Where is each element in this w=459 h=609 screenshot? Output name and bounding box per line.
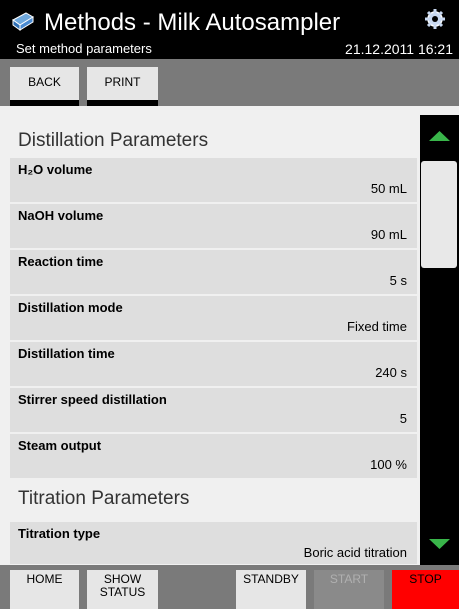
param-value: 50 mL <box>370 181 407 196</box>
arrow-up-icon <box>429 131 450 141</box>
param-row[interactable]: Distillation time 240 s <box>10 342 417 386</box>
app-window: Methods - Milk Autosampler Set method pa… <box>0 0 459 609</box>
param-value: Boric acid titration <box>303 545 407 560</box>
scrollbar-thumb[interactable] <box>421 161 457 268</box>
header-bar: Methods - Milk Autosampler Set method pa… <box>0 0 459 59</box>
parameters-list: Distillation Parameters H₂O volume 50 mL… <box>10 112 417 564</box>
show-status-label-line1: SHOW <box>103 572 142 586</box>
scroll-down-button[interactable] <box>420 521 459 565</box>
param-label: Stirrer speed distillation <box>18 392 167 407</box>
param-row[interactable]: NaOH volume 90 mL <box>10 204 417 248</box>
back-button[interactable]: BACK <box>10 67 79 106</box>
param-row[interactable]: Titration type Boric acid titration <box>10 522 417 564</box>
param-row[interactable]: H₂O volume 50 mL <box>10 158 417 202</box>
param-row[interactable]: Stirrer speed distillation 5 <box>10 388 417 432</box>
param-row[interactable]: Distillation mode Fixed time <box>10 296 417 340</box>
param-label: Distillation mode <box>18 300 123 315</box>
section-title-distillation: Distillation Parameters <box>18 130 209 151</box>
date-time-display: 21.12.2011 16:21 <box>345 41 453 57</box>
param-row[interactable]: Reaction time 5 s <box>10 250 417 294</box>
param-value: 100 % <box>370 457 407 472</box>
show-status-label-line2: STATUS <box>99 585 146 599</box>
start-button[interactable]: START <box>314 570 384 609</box>
param-label: Reaction time <box>18 254 104 269</box>
show-status-button[interactable]: SHOW STATUS <box>87 570 158 609</box>
param-value: 5 <box>399 411 407 426</box>
param-value: 240 s <box>375 365 407 380</box>
standby-button[interactable]: STANDBY <box>236 570 306 609</box>
param-value: 5 s <box>389 273 407 288</box>
screen-subtitle: Set method parameters <box>16 41 152 56</box>
window-title: Methods - Milk Autosampler <box>44 9 341 36</box>
param-label: Distillation time <box>18 346 115 361</box>
gear-icon[interactable] <box>424 8 446 30</box>
param-value: 90 mL <box>370 227 407 242</box>
scroll-up-button[interactable] <box>420 115 459 159</box>
param-label: Titration type <box>18 526 101 541</box>
param-row[interactable]: Steam output 100 % <box>10 434 417 478</box>
stop-button[interactable]: STOP <box>392 570 459 609</box>
param-label: H₂O volume <box>18 162 93 177</box>
section-title-titration: Titration Parameters <box>18 488 190 509</box>
param-label: NaOH volume <box>18 208 104 223</box>
print-button[interactable]: PRINT <box>87 67 158 106</box>
arrow-down-icon <box>429 539 450 549</box>
app-logo-icon <box>12 12 34 31</box>
param-label: Steam output <box>18 438 102 453</box>
home-button[interactable]: HOME <box>10 570 79 609</box>
param-value: Fixed time <box>347 319 407 334</box>
